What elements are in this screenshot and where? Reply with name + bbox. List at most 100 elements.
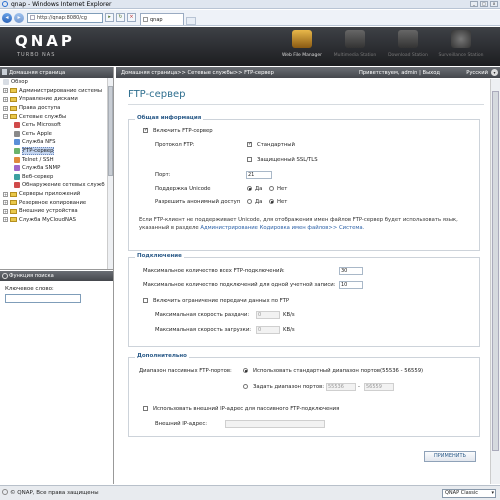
sidebar-scrollbar[interactable] [107,78,113,269]
sidebar-header[interactable]: Домашняя страница [0,67,113,78]
filename-encoding-link[interactable]: Администрирование Кодировка имен файлов>… [200,225,364,231]
port-range-to-input[interactable]: 56559 [364,383,394,391]
service-icon [14,165,20,172]
sidebar-item[interactable]: + Служба MyCloudNAS [0,216,113,225]
expand-icon[interactable]: + [3,217,8,223]
sidebar-item[interactable]: Обнаружение сетевых служб [0,181,113,190]
anon-yes-radio[interactable] [247,199,252,204]
service-icon [14,148,20,155]
web-file-manager-button[interactable]: Web File Manager [277,30,327,64]
port-input[interactable]: 21 [246,171,272,179]
sidebar-item[interactable]: + Серверы приложений [0,190,113,199]
qnap-logo: QNAP [15,32,75,50]
multimedia-station-button[interactable]: Multimedia Station [330,30,380,64]
collapse-icon[interactable]: − [3,114,8,120]
theme-select[interactable]: QNAP Classic [442,489,496,498]
sidebar-item[interactable]: Telnet / SSH [0,155,113,164]
sidebar-item[interactable]: FTP-сервер [0,147,113,156]
stop-icon[interactable]: × [127,13,136,22]
general-legend: Общая информация [135,115,204,121]
search-panel-header: Функция поиска [0,271,113,281]
address-bar[interactable]: http://qnap:8080/cg [27,12,103,23]
download-unit: KB/s [283,327,295,333]
sidebar-item[interactable]: + Права доступа [0,104,113,113]
sidebar-item-label: Служба NFS [22,139,56,146]
sidebar-item-label: Серверы приложений [19,191,81,198]
expand-icon[interactable]: + [3,208,8,214]
breadcrumb[interactable]: Домашняя страница>> Сетевые службы>> FTP… [121,70,274,76]
port-range-from-input[interactable]: 55536 [326,383,356,391]
anon-no-label: Нет [277,199,288,205]
upload-rate-input[interactable]: 0 [256,311,280,319]
service-icon [14,182,20,189]
sidebar-item-label: Сетевые службы [19,113,67,120]
protocol-ssl-label: Защищенный SSL/TLS [257,157,318,163]
sidebar-item[interactable]: + Управление дисками [0,95,113,104]
external-ip-input[interactable] [225,420,325,428]
surveillance-station-button[interactable]: Surveillance Station [436,30,486,64]
external-ip-checkbox[interactable] [143,406,148,411]
max-connections-input[interactable]: 30 [339,267,363,275]
sidebar-item[interactable]: Служба SNMP [0,164,113,173]
sidebar-item[interactable]: Сеть Microsoft [0,121,113,130]
unicode-no-radio[interactable] [269,186,274,191]
sidebar-item-label: Служба MyCloudNAS [19,216,76,223]
apply-button[interactable]: ПРИМЕНИТЬ [424,451,476,462]
sidebar-item-label: Администрирование системы [19,87,103,94]
sidebar-item[interactable]: + Резервное копирование [0,198,113,207]
service-icon [14,173,20,180]
refresh-icon[interactable]: ↻ [116,13,125,22]
unicode-yes-radio[interactable] [247,186,252,191]
minimize-icon[interactable]: _ [470,1,478,7]
search-input[interactable] [5,294,81,303]
new-tab-button[interactable] [186,17,196,25]
folder-icon [10,208,17,214]
navigation-tree: Обзор + Администрирование системы + Управлен… [0,78,113,270]
protocol-ssl-checkbox[interactable] [247,157,252,162]
language-select[interactable]: Русский [466,70,488,76]
close-icon[interactable]: x [490,1,498,7]
upload-unit: KB/s [283,312,295,318]
passive-custom-radio[interactable] [243,384,248,389]
maximize-icon[interactable]: □ [480,1,488,7]
browser-tab[interactable]: qnap [140,13,184,25]
back-button[interactable]: ◂ [2,12,12,23]
qnap-header: QNAP TURBO NAS Web File Manager Multimed… [0,27,500,66]
service-icon [14,130,20,137]
passive-default-radio[interactable] [243,368,248,373]
expand-icon[interactable]: + [3,191,8,197]
enable-ftp-checkbox[interactable]: ✓ [143,128,148,133]
go-button[interactable]: ▸ [105,13,114,22]
sidebar-item[interactable]: − Сетевые службы [0,112,113,121]
expand-icon[interactable]: + [3,200,8,206]
download-station-button[interactable]: Download Station [383,30,433,64]
expand-icon[interactable]: + [3,96,8,102]
tab-label: qnap [150,16,163,23]
main-scrollbar[interactable] [490,79,500,484]
anon-no-radio[interactable] [269,199,274,204]
external-ip-field-label: Внешний IP-адрес: [155,421,208,427]
sidebar-item[interactable]: + Внешние устройства [0,207,113,216]
expand-icon[interactable]: + [3,105,8,111]
port-label: Порт: [155,172,171,178]
sidebar-item-label: Резервное копирование [19,199,87,206]
passive-ports-label: Диапазон пассивных FTP-портов: [139,368,232,374]
language-dropdown-icon[interactable]: ▾ [491,69,498,76]
welcome-logout[interactable]: Приветствуем, admin | Выход [359,70,440,76]
sidebar-item[interactable]: Обзор [0,78,113,87]
sidebar-item-label: Внешние устройства [19,208,78,215]
general-section: Общая информация ✓ Включить FTP-сервер П… [128,115,480,251]
sidebar-item[interactable]: Веб-сервер [0,173,113,182]
sidebar-item[interactable]: Служба NFS [0,138,113,147]
page-icon [3,79,9,86]
protocol-standard-checkbox[interactable]: ✓ [247,142,252,147]
protocol-label: Протокол FTP: [155,142,195,148]
expand-icon[interactable]: + [3,88,8,94]
sidebar-item[interactable]: Сеть Apple [0,130,113,139]
url-text: http://qnap:8080/cg [37,14,87,21]
max-single-input[interactable]: 10 [339,281,363,289]
sidebar-item[interactable]: + Администрирование системы [0,87,113,96]
transfer-limit-checkbox[interactable] [143,298,148,303]
download-rate-input[interactable]: 0 [256,326,280,334]
forward-button[interactable]: ▸ [14,12,24,23]
